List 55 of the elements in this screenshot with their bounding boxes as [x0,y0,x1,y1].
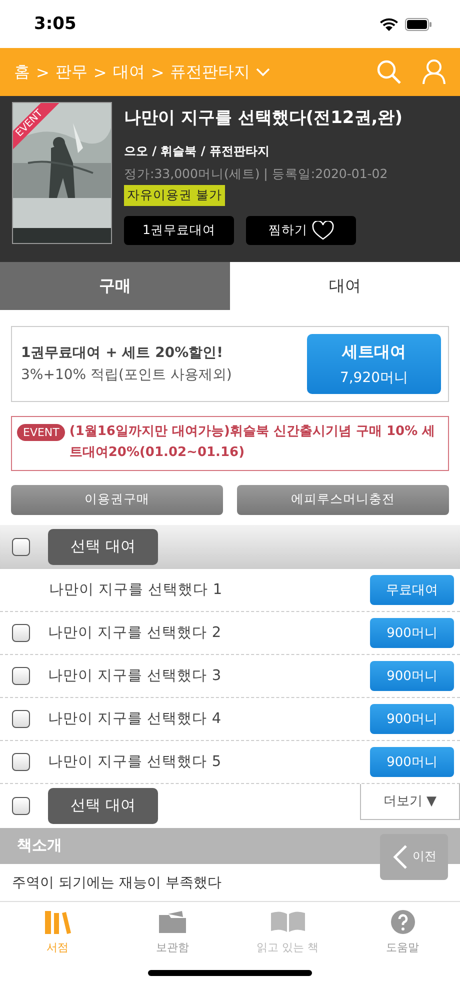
tab[interactable]: 구매 [0,262,230,310]
section-heading: 책소개 [17,836,62,856]
breadcrumb-item: > [93,62,107,82]
promo-subline: 3%+10% 적립(포인트 사용제외) [21,366,232,384]
intro-text: 주역이 되기에는 재능이 부족했다 [11,874,222,892]
promo-headline: 1권무료대여 + 세트 20%할인! [21,344,224,362]
wishlist-button[interactable]: 찜하기 [246,216,356,245]
checkbox[interactable] [12,624,30,642]
breadcrumb-item: 홈 [14,62,30,82]
open-book-icon [270,910,306,934]
episode-title: 나만이 지구를 선택했다 3 [48,667,222,686]
checkbox[interactable] [12,796,30,815]
free-rental-button[interactable]: 1권무료대여 [124,216,234,245]
breadcrumb-item[interactable]: 대여 [112,62,145,82]
breadcrumb-item[interactable]: 판무 [55,62,88,82]
action-button[interactable]: 에피루스머니충전 [237,484,449,515]
action-button[interactable]: 이용권구매 [11,484,223,515]
checkbox[interactable] [12,538,30,556]
checkbox[interactable] [12,752,30,771]
episode-title: 나만이 지구를 선택했다 5 [48,753,222,772]
rent-button[interactable]: 900머니 [370,618,454,648]
rent-button[interactable]: 무료대여 [370,574,454,605]
more-button[interactable]: 더보기 ▼ [360,784,460,820]
breadcrumb-item: > [150,62,164,82]
breadcrumb-item[interactable]: 퓨전판타지 [170,62,250,82]
wifi-icon [379,16,399,32]
heart-icon [312,220,334,240]
help-icon [390,910,414,934]
chevron-left-icon [392,844,408,870]
books-icon [42,910,72,934]
tab-bar-item[interactable]: 서점 [0,902,115,962]
episode-title: 나만이 지구를 선택했다 2 [48,624,222,642]
tab-bar-item[interactable]: 도움말 [345,902,460,962]
tab-bar-item[interactable]: 보관함 [115,902,230,962]
book-title: 나만이 지구를 선택했다(전12권,완) [124,107,402,129]
select-rental-button[interactable]: 선택 대여 [48,528,158,565]
episode-title: 나만이 지구를 선택했다 1 [49,581,224,600]
rent-button[interactable]: 900머니 [370,746,454,777]
episode-title: 나만이 지구를 선택했다 4 [48,710,222,728]
breadcrumb-item: > [36,62,50,82]
book-meta: 으오 / 휘슬북 / 퓨전판타지 [124,143,270,160]
folder-icon [158,910,188,934]
battery-icon [405,18,432,30]
set-rental-button[interactable]: 세트대여 7,920머니 [307,334,441,394]
event-badge: EVENT [17,424,66,441]
rent-button[interactable]: 900머니 [370,660,454,691]
price-info: 정가:33,000머니(세트) | 등록일:2020-01-02 [124,166,388,183]
checkbox[interactable] [12,666,30,685]
select-rental-button[interactable]: 선택 대여 [48,788,158,824]
status-time: 3:05 [34,14,76,34]
rent-button[interactable]: 900머니 [370,704,454,734]
ticket-tag: 자유이용권 불가 [124,185,225,206]
checkbox[interactable] [12,710,30,728]
previous-button[interactable]: 이전 [380,834,448,880]
event-text: (1월16일까지만 대여가능)휘슬북 신간출시기념 구매 10% 세트대여20%(01.02~01.16) [69,423,436,462]
